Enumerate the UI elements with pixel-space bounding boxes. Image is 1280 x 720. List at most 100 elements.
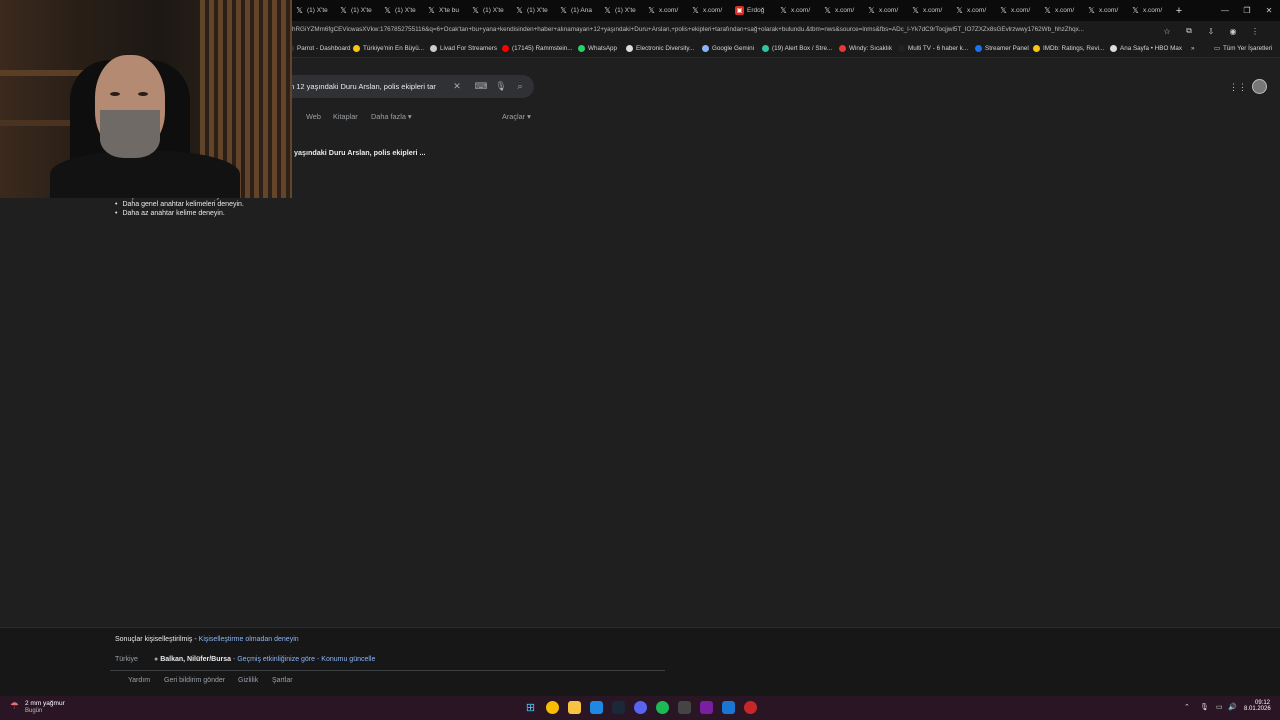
bookmark-favicon-icon (975, 45, 982, 52)
personalization-line: Sonuçlar kişiselleştirilmiş - Kişiselleş… (115, 636, 299, 643)
x-icon: 𝕏 (912, 6, 919, 15)
try-without-link[interactable]: Kişiselleştirme olmadan deneyin (199, 636, 299, 643)
browser-tab[interactable]: 𝕏x.com/ (1082, 0, 1126, 21)
bookmark-item[interactable]: Multi TV - 6 haber k... (898, 45, 968, 52)
star-icon[interactable]: ☆ (1160, 24, 1174, 38)
tab-label: x.com/ (1143, 7, 1163, 14)
browser-tab[interactable]: 𝕏x.com/ (950, 0, 994, 21)
browser-tab[interactable]: 𝕏x.com/ (1126, 0, 1170, 21)
bookmark-item[interactable]: Windy: Sıcaklık (839, 45, 892, 52)
search-icon[interactable]: ⌕ (513, 79, 527, 93)
windows-start-icon[interactable]: ⊞ (524, 701, 537, 714)
bookmark-item[interactable]: Streamer Panel (975, 45, 1029, 52)
chevron-up-icon[interactable]: ⌃ (1184, 703, 1190, 711)
tab-label: (1) X'te (527, 7, 548, 14)
search-box[interactable]: n 12 yaşındaki Duru Arslan, polis ekiple… (276, 75, 534, 98)
x-icon: 𝕏 (1088, 6, 1095, 15)
browser-tab[interactable]: 𝕏x.com/ (906, 0, 950, 21)
app-icon[interactable] (590, 701, 603, 714)
microphone-icon[interactable]: 🎙 (494, 79, 508, 93)
tab-more[interactable]: Daha fazla ▾ (371, 112, 412, 121)
update-location-link[interactable]: Konumu güncelle (321, 656, 375, 663)
file-explorer-icon[interactable] (568, 701, 581, 714)
discord-icon[interactable] (634, 701, 647, 714)
result-title: yaşındaki Duru Arslan, polis ekipleri ..… (294, 148, 426, 157)
bookmark-item[interactable]: Livad For Streamers (430, 45, 497, 52)
app-icon[interactable] (744, 701, 757, 714)
x-icon: 𝕏 (1000, 6, 1007, 15)
url-field[interactable]: hRGiYZMm6fgCEVicwasXVkw:1767852755116&q=… (292, 26, 1172, 33)
browser-tab[interactable]: 𝕏x.com/ (774, 0, 818, 21)
tools-button[interactable]: Araçlar ▾ (502, 112, 531, 121)
tab-books[interactable]: Kitaplar (333, 112, 358, 121)
browser-tab[interactable]: 𝕏 (1) X'te (290, 0, 334, 21)
bookmark-item[interactable]: Türkiye'nin En Büyü... (353, 45, 424, 52)
browser-tab[interactable]: 𝕏 X'te bu (422, 0, 466, 21)
help-link[interactable]: Yardım (128, 677, 150, 684)
browser-tab[interactable]: 𝕏 (1) X'te (510, 0, 554, 21)
tab-label: x.com/ (879, 7, 899, 14)
clear-icon[interactable]: ✕ (450, 79, 464, 93)
browser-tab[interactable]: 𝕏 (1) Ana (554, 0, 598, 21)
browser-tab[interactable]: 𝕏x.com/ (994, 0, 1038, 21)
tab-label: (1) X'te (483, 7, 504, 14)
x-icon: 𝕏 (516, 6, 523, 15)
app-icon[interactable] (722, 701, 735, 714)
browser-tab[interactable]: ▣ Erdoğ (730, 0, 774, 21)
feedback-link[interactable]: Geri bildirim gönder (164, 677, 225, 684)
bookmarks-overflow-button[interactable]: » (1191, 45, 1195, 52)
bookmark-item[interactable]: Parrot - Dashboard (287, 45, 351, 52)
bookmark-favicon-icon (626, 45, 633, 52)
microphone-icon[interactable]: 🎙 (1200, 703, 1209, 711)
chrome-icon[interactable] (546, 701, 559, 714)
window-controls: — ❐ ✕ (1214, 0, 1280, 21)
bookmark-item[interactable]: WhatsApp (578, 45, 617, 52)
browser-tab[interactable]: 𝕏 (1) X'te (466, 0, 510, 21)
new-tab-button[interactable]: + (1170, 5, 1188, 17)
bookmark-item[interactable]: IMDb: Ratings, Revi... (1033, 45, 1104, 52)
terms-link[interactable]: Şartlar (272, 677, 293, 684)
avatar[interactable] (1252, 79, 1267, 94)
browser-tab[interactable]: 𝕏x.com/ (1038, 0, 1082, 21)
steam-icon[interactable] (612, 701, 625, 714)
close-icon[interactable]: ✕ (1258, 0, 1280, 21)
activity-link[interactable]: Geçmiş etkinliğinize göre (237, 656, 315, 663)
app-icon[interactable] (700, 701, 713, 714)
bookmark-favicon-icon (898, 45, 905, 52)
keyboard-icon[interactable]: ⌨ (474, 79, 488, 93)
browser-tab[interactable]: 𝕏x.com/ (686, 0, 730, 21)
tab-label: x.com/ (835, 7, 855, 14)
bookmark-item[interactable]: (19) Alert Box / Stre... (762, 45, 832, 52)
apps-grid-icon[interactable]: ⋮⋮ (1229, 80, 1247, 94)
bookmark-item[interactable]: Electronic Diversity... (626, 45, 694, 52)
tab-label: (1) Ana (571, 7, 592, 14)
spotify-icon[interactable] (656, 701, 669, 714)
privacy-link[interactable]: Gizlilik (238, 677, 258, 684)
taskbar: ☂ 2 mm yağmur Bugün ⊞ ⌃ 🎙 ▭ 🔊 09:12 8.01… (0, 696, 1280, 720)
network-icon[interactable]: ▭ (1216, 703, 1223, 711)
browser-tab[interactable]: 𝕏 (1) X'te (598, 0, 642, 21)
calculator-icon[interactable] (678, 701, 691, 714)
menu-icon[interactable]: ⋮ (1248, 24, 1262, 38)
location-dot-icon: ● (154, 656, 159, 663)
bookmark-favicon-icon (762, 45, 769, 52)
browser-tab[interactable]: 𝕏x.com/ (642, 0, 686, 21)
extension-icon[interactable]: ⧉ (1182, 24, 1196, 38)
download-icon[interactable]: ⇩ (1204, 24, 1218, 38)
tab-web[interactable]: Web (306, 112, 321, 121)
profile-icon[interactable]: ◉ (1226, 24, 1240, 38)
clock[interactable]: 09:12 8.01.2026 (1244, 700, 1271, 712)
all-bookmarks-button[interactable]: ▭ Tüm Yer İşaretleri (1214, 45, 1272, 52)
browser-tab[interactable]: 𝕏x.com/ (818, 0, 862, 21)
maximize-icon[interactable]: ❐ (1236, 0, 1258, 21)
volume-icon[interactable]: 🔊 (1228, 703, 1237, 711)
browser-tab[interactable]: 𝕏x.com/ (862, 0, 906, 21)
bookmark-item[interactable]: Google Gemini (702, 45, 754, 52)
browser-tab[interactable]: 𝕏 (1) X'te (334, 0, 378, 21)
bookmark-item[interactable]: (17145) Rammstein... (502, 45, 573, 52)
x-icon: 𝕏 (560, 6, 567, 15)
minimize-icon[interactable]: — (1214, 0, 1236, 21)
bookmark-item[interactable]: Ana Sayfa • HBO Max (1110, 45, 1182, 52)
search-input[interactable]: n 12 yaşındaki Duru Arslan, polis ekiple… (290, 82, 450, 91)
browser-tab[interactable]: 𝕏 (1) X'te (378, 0, 422, 21)
